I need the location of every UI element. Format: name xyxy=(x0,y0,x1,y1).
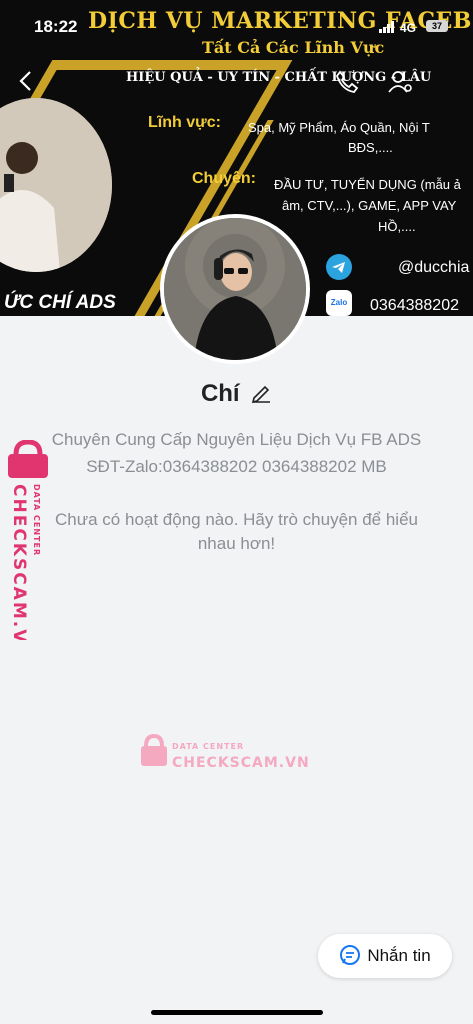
user-settings-icon xyxy=(388,71,412,93)
cover-field-label: Lĩnh vực: xyxy=(148,114,221,131)
pencil-icon xyxy=(251,385,271,403)
empty-activity-message: Chưa có hoạt động nào. Hãy trò chuyện để… xyxy=(20,508,453,556)
bio-line-1: Chuyên Cung Cấp Nguyên Liệu Dịch Vụ FB A… xyxy=(51,430,422,449)
message-button[interactable]: Nhắn tin xyxy=(318,934,452,978)
cover-spec-line2: âm, CTV,...), GAME, APP VAY xyxy=(282,198,457,213)
battery-icon: 37 xyxy=(426,20,448,32)
cover-field-value-2: BĐS,.... xyxy=(348,140,393,155)
status-bar: 18:22 4G 37 xyxy=(0,0,473,44)
svg-text:CHECKSCAM.VN: CHECKSCAM.VN xyxy=(172,755,310,771)
svg-text:DATA CENTER: DATA CENTER xyxy=(172,742,244,751)
profile-name: Chí xyxy=(200,380,240,407)
telegram-icon xyxy=(326,254,352,280)
home-indicator xyxy=(151,1010,323,1015)
call-button[interactable] xyxy=(332,68,360,96)
cover-spec-line3: HỒ,.... xyxy=(378,219,416,234)
network-type: 4G xyxy=(400,21,417,35)
svg-text:DATA CENTER: DATA CENTER xyxy=(32,484,41,556)
svg-text:CHECKSCAM.VN: CHECKSCAM.VN xyxy=(9,484,29,640)
watermark-vertical: CHECKSCAM.VN DATA CENTER xyxy=(6,439,50,661)
signal-icon xyxy=(379,21,394,33)
cover-brand: ỨC CHÍ ADS xyxy=(4,292,116,313)
chat-bubble-icon xyxy=(340,945,361,966)
cover-field-value: Spa, Mỹ Phẩm, Áo Quần, Nội T xyxy=(248,120,430,135)
bio-line-2: SĐT-Zalo:0364388202 0364388202 MB xyxy=(86,457,387,476)
zalo-icon: Zalo xyxy=(326,290,352,316)
cover-spec-line1: ĐẦU TƯ, TUYỂN DỤNG (mẫu ả xyxy=(274,177,461,192)
edit-name-button[interactable] xyxy=(250,381,272,408)
chevron-left-icon xyxy=(19,71,31,91)
cover-zalo: 0364388202 xyxy=(370,297,459,314)
add-friend-button[interactable] xyxy=(386,68,414,96)
profile-name-row: Chí xyxy=(0,380,473,408)
profile-bio: Chuyên Cung Cấp Nguyên Liệu Dịch Vụ FB A… xyxy=(0,426,473,480)
empty-line-2: nhau hơn! xyxy=(197,534,276,553)
status-time: 18:22 xyxy=(34,17,78,36)
watermark-center: DATA CENTER CHECKSCAM.VN xyxy=(140,733,310,774)
cover-telegram: @ducchia xyxy=(398,259,470,276)
message-button-label: Nhắn tin xyxy=(367,946,431,965)
avatar[interactable] xyxy=(160,214,310,364)
back-button[interactable] xyxy=(14,68,40,94)
empty-line-1: Chưa có hoạt động nào. Hãy trò chuyện để… xyxy=(55,510,418,529)
phone-icon xyxy=(335,70,359,93)
cover-spec-label: Chuyên: xyxy=(192,170,256,187)
